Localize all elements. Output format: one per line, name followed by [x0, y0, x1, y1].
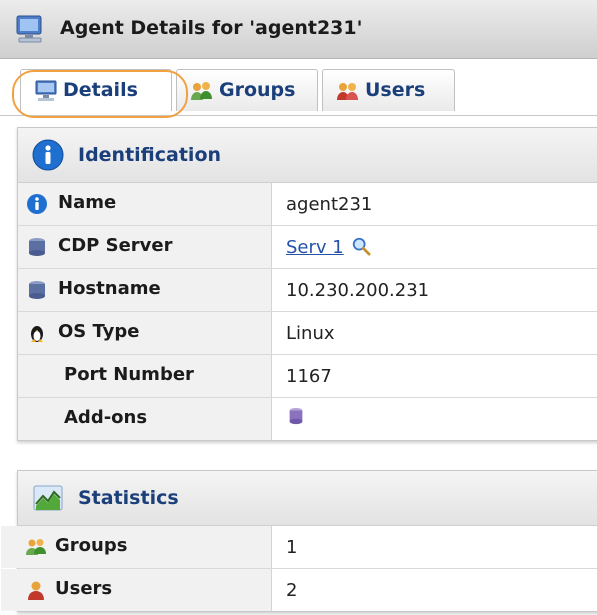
info-icon — [27, 194, 47, 214]
port-number-label: Port Number — [64, 364, 194, 385]
computer-icon — [35, 80, 57, 101]
port-number-value: 1167 — [286, 366, 332, 387]
database-icon — [29, 238, 45, 256]
identification-row-name: Name agent231 — [18, 183, 597, 226]
database-icon — [29, 281, 45, 299]
tab-details-label: Details — [63, 79, 138, 101]
identification-row-port-number: Port Number 1167 — [18, 355, 597, 398]
window-title: Agent Details for 'agent231' — [60, 17, 363, 39]
name-label: Name — [58, 192, 117, 213]
tab-strip: Details Groups Users — [0, 59, 597, 116]
os-type-label: OS Type — [58, 321, 140, 342]
user-icon — [28, 581, 44, 600]
identification-header: Identification — [18, 128, 597, 183]
identification-title: Identification — [78, 144, 222, 166]
stat-users-label: Users — [55, 578, 113, 599]
window-title-bar: Agent Details for 'agent231' — [0, 0, 597, 59]
tab-users[interactable]: Users — [322, 69, 455, 111]
tab-groups[interactable]: Groups — [176, 69, 318, 111]
statistics-row-groups: Groups 1 — [1, 526, 597, 569]
groups-icon — [191, 82, 212, 100]
cdp-server-label: CDP Server — [58, 235, 173, 256]
identification-row-os-type: OS Type Linux — [18, 312, 597, 355]
statistics-title: Statistics — [78, 487, 179, 509]
tab-users-label: Users — [365, 79, 426, 101]
magnifier-icon[interactable] — [351, 236, 372, 256]
info-icon — [32, 139, 64, 171]
chart-icon — [33, 485, 63, 511]
stat-users-value: 2 — [286, 580, 298, 601]
name-value: agent231 — [286, 194, 373, 215]
groups-icon — [26, 539, 46, 555]
tab-details[interactable]: Details — [20, 69, 172, 111]
identification-row-cdp-server: CDP Server Serv 1 — [18, 226, 597, 269]
cdp-server-link[interactable]: Serv 1 — [286, 237, 344, 258]
linux-penguin-icon — [31, 326, 43, 342]
identification-row-add-ons: Add-ons — [18, 398, 597, 440]
add-ons-label: Add-ons — [64, 407, 148, 428]
hostname-label: Hostname — [58, 278, 161, 299]
identification-row-hostname: Hostname 10.230.200.231 — [18, 269, 597, 312]
statistics-panel: Statistics Groups 1 Users 2 — [1, 470, 597, 612]
stat-groups-value: 1 — [286, 537, 298, 558]
identification-panel: Identification Name agent231 CDP Server … — [17, 127, 597, 441]
statistics-header: Statistics — [18, 471, 597, 526]
computer-icon — [16, 15, 42, 43]
stat-groups-label: Groups — [55, 535, 128, 556]
tab-groups-label: Groups — [219, 79, 296, 101]
addon-cylinder-icon[interactable] — [286, 405, 306, 427]
statistics-row-users: Users 2 — [1, 569, 597, 611]
os-type-value: Linux — [286, 323, 335, 344]
users-icon — [337, 83, 358, 100]
hostname-value: 10.230.200.231 — [286, 280, 430, 301]
